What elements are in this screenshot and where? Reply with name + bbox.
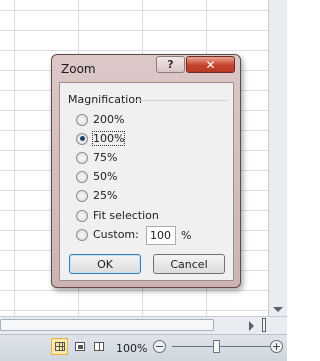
option-100-label[interactable]: 100% bbox=[91, 131, 126, 146]
close-button[interactable]: ✕ bbox=[186, 56, 235, 73]
scroll-right-arrow-icon[interactable] bbox=[249, 321, 254, 331]
page-layout-icon bbox=[74, 342, 85, 351]
status-bar: 100% − + bbox=[0, 334, 287, 361]
option-75[interactable]: 75% bbox=[76, 149, 117, 166]
option-200[interactable]: 200% bbox=[76, 111, 124, 128]
cancel-button[interactable]: Cancel bbox=[153, 254, 225, 274]
option-25[interactable]: 25% bbox=[76, 187, 117, 204]
dialog-titlebar[interactable]: Zoom ? ✕ bbox=[52, 55, 240, 83]
ok-button[interactable]: OK bbox=[69, 254, 141, 274]
zoom-level[interactable]: 100% bbox=[116, 342, 147, 355]
dialog-body: Magnification 200% 100% 75% 50% 25% Fit … bbox=[59, 82, 234, 281]
option-100[interactable]: 100% bbox=[76, 130, 126, 147]
split-handle[interactable] bbox=[262, 318, 266, 332]
radio-custom[interactable] bbox=[76, 228, 88, 241]
normal-view-icon bbox=[54, 342, 65, 351]
horizontal-scroll-thumb[interactable] bbox=[0, 319, 214, 331]
horizontal-scrollbar[interactable] bbox=[0, 316, 287, 334]
normal-view-button[interactable] bbox=[51, 338, 68, 355]
page-break-preview-button[interactable] bbox=[90, 338, 107, 355]
radio-50[interactable] bbox=[76, 170, 88, 183]
vertical-scrollbar[interactable] bbox=[268, 0, 287, 316]
page-layout-view-button[interactable] bbox=[71, 338, 88, 355]
radio-200[interactable] bbox=[76, 113, 88, 126]
option-fit-selection-label[interactable]: Fit selection bbox=[93, 209, 159, 222]
radio-25[interactable] bbox=[76, 189, 88, 202]
page-break-icon bbox=[93, 342, 104, 351]
magnification-group-label: Magnification bbox=[68, 93, 143, 106]
option-50[interactable]: 50% bbox=[76, 168, 117, 185]
zoom-out-button[interactable]: − bbox=[153, 340, 166, 353]
dialog-title: Zoom bbox=[61, 62, 96, 76]
zoom-slider-thumb[interactable] bbox=[213, 340, 220, 353]
option-custom[interactable]: Custom: bbox=[76, 226, 139, 243]
option-50-label[interactable]: 50% bbox=[93, 170, 117, 183]
radio-100[interactable] bbox=[76, 132, 88, 145]
option-fit-selection[interactable]: Fit selection bbox=[76, 207, 159, 224]
option-200-label[interactable]: 200% bbox=[93, 113, 124, 126]
option-75-label[interactable]: 75% bbox=[93, 151, 117, 164]
radio-75[interactable] bbox=[76, 151, 88, 164]
option-25-label[interactable]: 25% bbox=[93, 189, 117, 202]
group-divider bbox=[135, 100, 227, 101]
zoom-in-button[interactable]: + bbox=[270, 340, 283, 353]
zoom-dialog: Zoom ? ✕ Magnification 200% 100% 75% 50%… bbox=[51, 54, 241, 288]
help-button[interactable]: ? bbox=[156, 56, 185, 73]
custom-zoom-input[interactable] bbox=[146, 226, 176, 245]
option-custom-label[interactable]: Custom: bbox=[93, 228, 139, 241]
scroll-down-arrow-icon[interactable] bbox=[273, 307, 283, 312]
zoom-slider-track[interactable] bbox=[172, 346, 270, 347]
radio-fit-selection[interactable] bbox=[76, 209, 88, 222]
percent-sign: % bbox=[181, 229, 192, 242]
